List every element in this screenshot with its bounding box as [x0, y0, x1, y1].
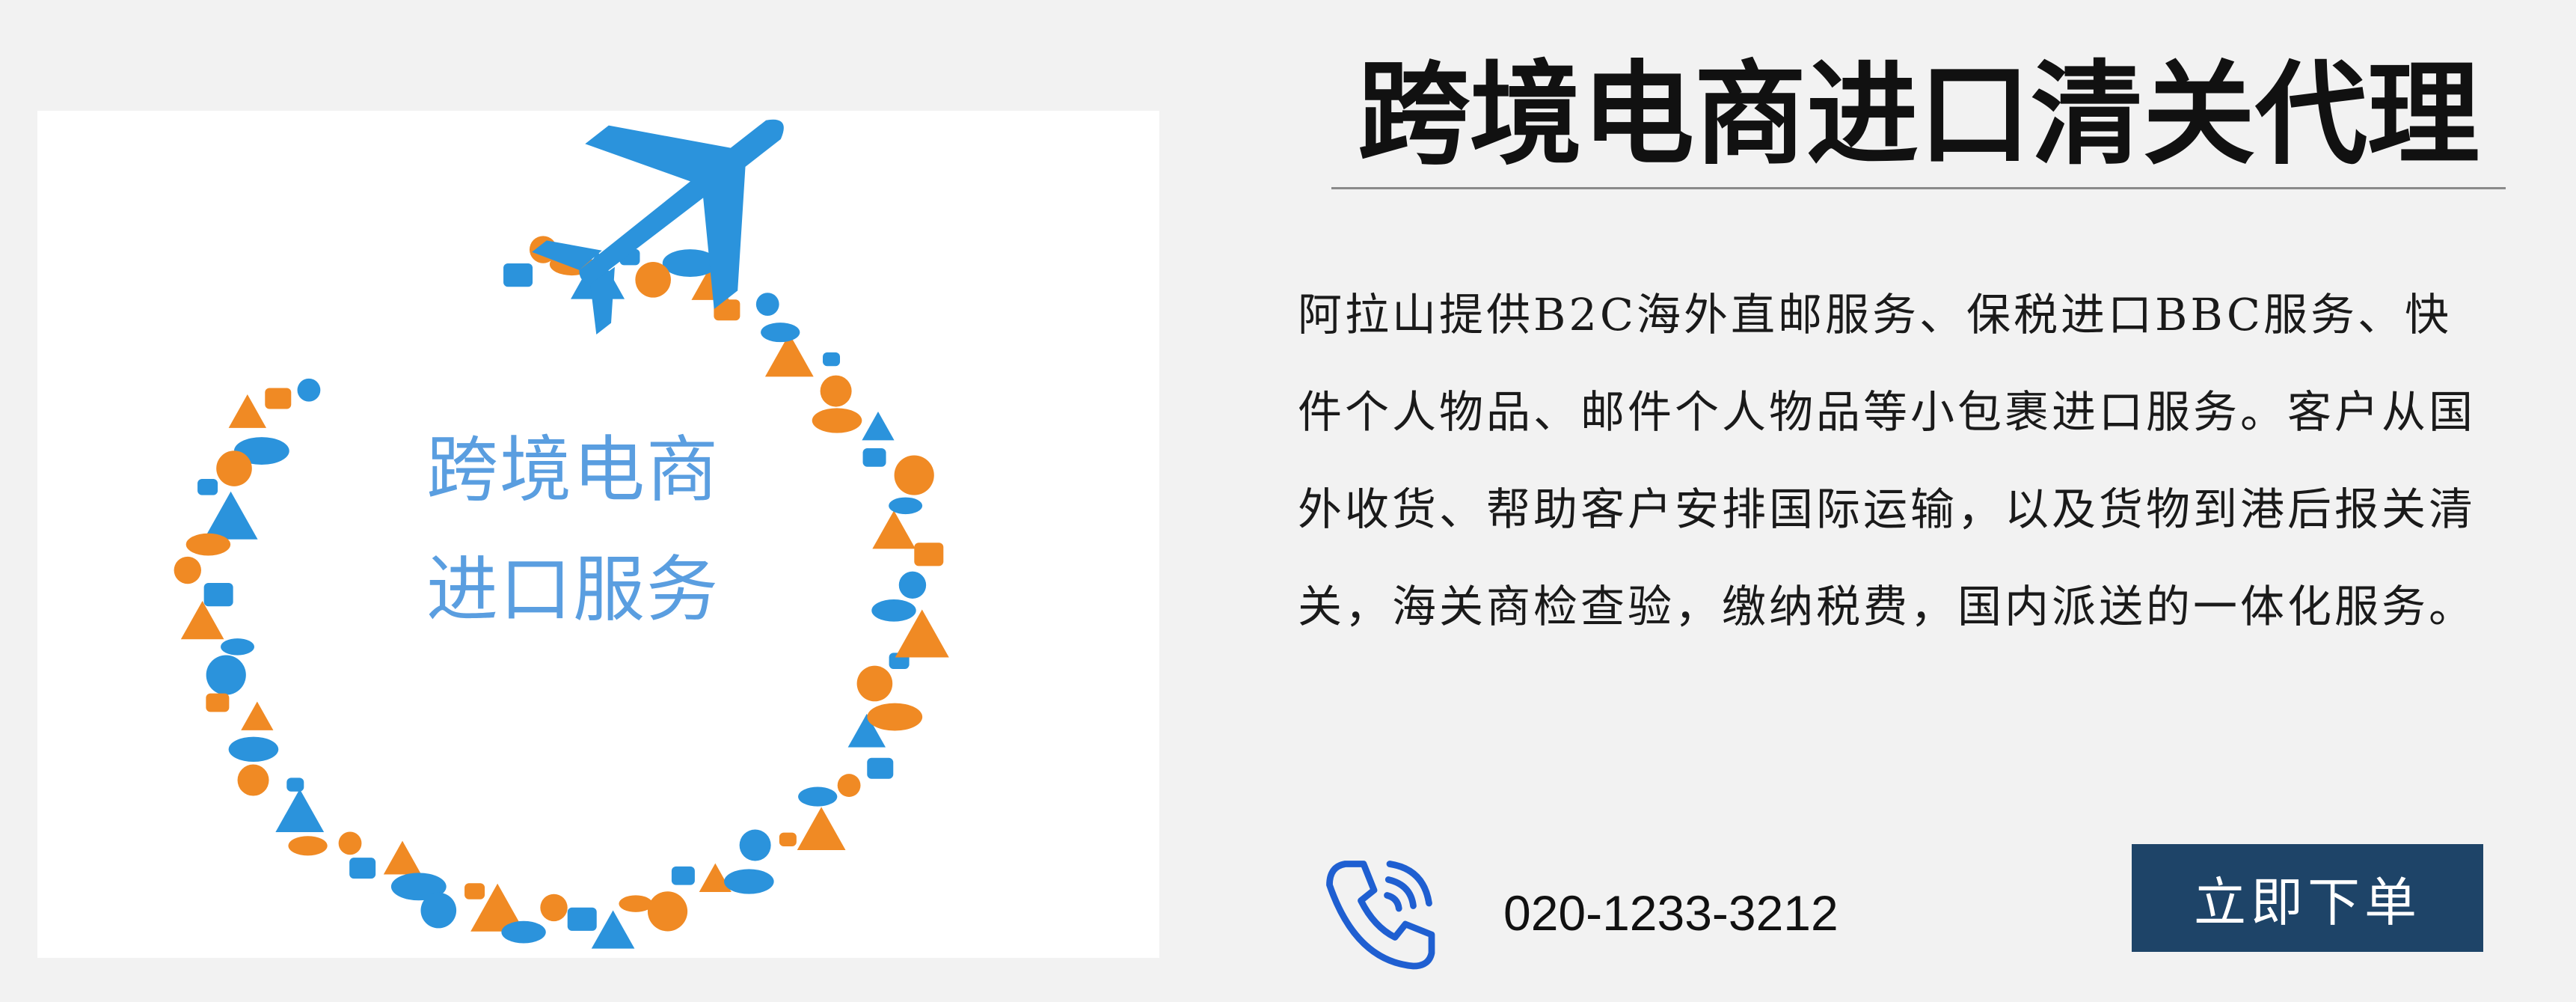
- travel-icon: [420, 892, 457, 929]
- travel-icon: [228, 394, 267, 428]
- travel-icon: [894, 455, 934, 495]
- promo-caption: 跨境电商 进口服务: [426, 410, 815, 650]
- phone-icon: [1316, 846, 1447, 977]
- travel-icon: [724, 869, 774, 894]
- travel-icon: [241, 701, 274, 730]
- travel-icon: [867, 757, 894, 779]
- travel-icon: [820, 375, 852, 407]
- travel-icon: [203, 583, 233, 607]
- travel-icon: [619, 895, 653, 912]
- travel-icon: [871, 599, 916, 622]
- page-title: 跨境电商进口清关代理: [1357, 49, 2480, 180]
- travel-icon: [889, 497, 923, 515]
- travel-icon: [197, 479, 218, 495]
- travel-icon: [185, 533, 231, 556]
- travel-icon: [221, 638, 255, 656]
- travel-icon: [338, 831, 362, 855]
- travel-icon: [464, 883, 485, 899]
- travel-icon: [237, 764, 269, 796]
- travel-icon: [286, 778, 304, 792]
- promo-caption-line2: 进口服务: [426, 548, 720, 632]
- travel-icon: [779, 832, 797, 846]
- travel-icon: [761, 323, 800, 343]
- travel-icon: [349, 858, 376, 879]
- travel-icon: [872, 510, 916, 549]
- travel-icon: [812, 408, 862, 433]
- promo-image: 跨境电商 进口服务: [37, 111, 1159, 958]
- travel-icon: [797, 807, 846, 851]
- travel-icon: [862, 411, 895, 441]
- travel-icon: [647, 891, 688, 932]
- travel-icon: [288, 836, 328, 856]
- travel-icon: [265, 388, 292, 409]
- travel-icon: [383, 840, 422, 875]
- travel-icon: [635, 262, 671, 298]
- travel-icon: [591, 910, 635, 949]
- travel-icon: [228, 736, 279, 762]
- travel-icon: [501, 920, 546, 944]
- travel-icon: [567, 907, 597, 931]
- travel-icon: [856, 665, 893, 702]
- travel-icon: [867, 703, 923, 731]
- order-now-button[interactable]: 立即下单: [2132, 844, 2483, 952]
- service-description: 阿拉山提供B2C海外直邮服务、保税进口BBC服务、快件个人物品、邮件个人物品等小…: [1298, 289, 2477, 632]
- promo-caption-line1: 跨境电商: [426, 428, 720, 512]
- travel-icon: [275, 789, 325, 832]
- travel-icon: [898, 571, 927, 599]
- travel-icon: [174, 556, 201, 584]
- travel-icon: [216, 450, 252, 486]
- travel-icon: [755, 293, 779, 317]
- travel-icon: [823, 352, 841, 367]
- travel-icon: [503, 263, 533, 287]
- travel-icon: [739, 829, 771, 861]
- travel-icon: [798, 786, 838, 807]
- travel-icon: [297, 378, 321, 402]
- travel-icon: [203, 491, 258, 540]
- travel-icon: [837, 774, 861, 797]
- travel-icon: [862, 447, 886, 467]
- travel-icon: [206, 693, 230, 712]
- phone-number[interactable]: 020-1233-3212: [1503, 876, 1839, 950]
- travel-icon: [914, 543, 944, 566]
- title-divider: [1331, 187, 2506, 189]
- travel-icon: [180, 601, 224, 640]
- travel-icon: [206, 655, 246, 695]
- travel-icon: [671, 866, 695, 885]
- travel-icon: [540, 893, 568, 922]
